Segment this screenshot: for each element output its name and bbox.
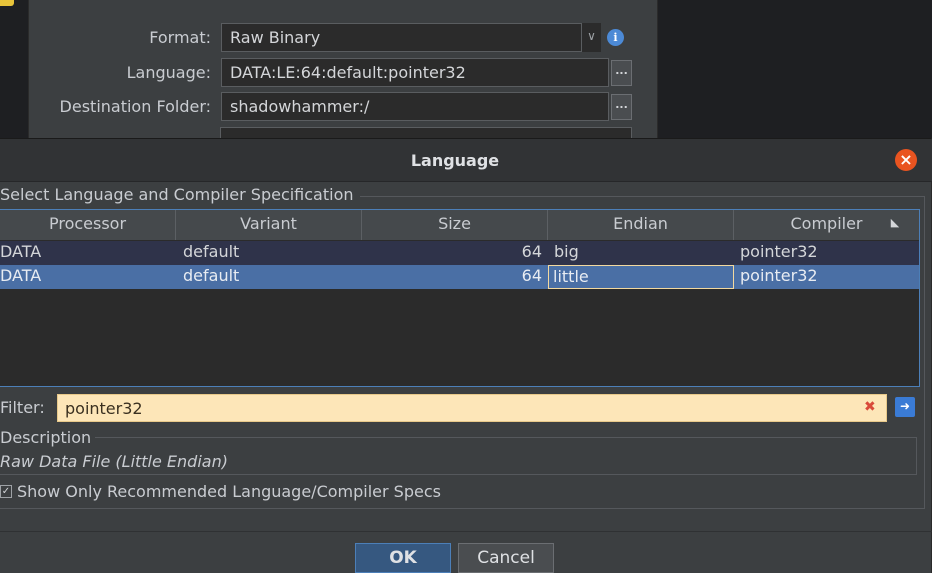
column-header-variant[interactable]: Variant <box>176 210 362 240</box>
title-bar[interactable]: Language × <box>0 139 932 182</box>
recommended-checkbox[interactable]: ✓ <box>0 485 12 498</box>
import-dialog: Format: Raw Binary ∨ i Language: DATA:LE… <box>28 0 658 140</box>
language-label: Language: <box>126 63 211 82</box>
button-separator <box>0 531 932 532</box>
destination-browse-button[interactable]: ... <box>611 94 632 120</box>
filter-label: Filter: <box>0 398 45 417</box>
recommended-checkbox-label[interactable]: Show Only Recommended Language/Compiler … <box>17 482 441 501</box>
column-header-endian[interactable]: Endian <box>548 210 734 240</box>
column-header-compiler-label: Compiler <box>790 214 863 233</box>
cell-variant: default <box>183 242 240 261</box>
cell-compiler: pointer32 <box>740 266 818 285</box>
destination-row: Destination Folder: shadowhammer:/ ... <box>29 92 659 122</box>
chevron-down-icon[interactable]: ∨ <box>581 23 601 52</box>
language-row: Language: DATA:LE:64:default:pointer32 .… <box>29 58 659 88</box>
export-icon[interactable]: ➜ <box>895 397 915 417</box>
language-browse-button[interactable]: ... <box>611 60 632 86</box>
close-button[interactable]: × <box>895 149 917 171</box>
language-table[interactable]: Processor Variant Size Endian Compiler ◣… <box>0 209 920 387</box>
ok-button[interactable]: OK <box>355 543 451 573</box>
table-row[interactable]: DATA default 64 big pointer32 <box>0 241 919 265</box>
description-text: Raw Data File (Little Endian) <box>0 452 228 471</box>
info-icon[interactable]: i <box>607 29 624 46</box>
warning-icon <box>0 0 14 6</box>
filter-input[interactable] <box>57 394 887 422</box>
cell-processor: DATA <box>0 266 42 285</box>
clear-filter-icon[interactable]: ✖ <box>864 399 878 415</box>
language-dialog: Language × Select Language and Compiler … <box>0 138 932 573</box>
column-header-size[interactable]: Size <box>362 210 548 240</box>
cell-variant: default <box>183 266 240 285</box>
group-border-right <box>924 196 925 509</box>
cell-endian[interactable]: little <box>548 265 734 289</box>
dialog-title: Language <box>410 151 500 170</box>
group-border-bottom <box>0 508 925 509</box>
cancel-button[interactable]: Cancel <box>458 543 554 573</box>
format-label: Format: <box>149 28 211 47</box>
format-combo[interactable]: Raw Binary <box>221 23 601 52</box>
column-header-processor[interactable]: Processor <box>0 210 176 240</box>
table-header: Processor Variant Size Endian Compiler ◣ <box>0 210 919 240</box>
cell-endian: big <box>554 242 579 261</box>
language-field[interactable]: DATA:LE:64:default:pointer32 <box>221 58 609 87</box>
column-header-compiler[interactable]: Compiler ◣ <box>734 210 919 240</box>
column-sort-icon[interactable]: ◣ <box>889 217 901 229</box>
format-row: Format: Raw Binary ∨ i <box>29 23 659 53</box>
destination-field[interactable]: shadowhammer:/ <box>221 92 609 121</box>
cell-compiler: pointer32 <box>740 242 818 261</box>
table-row-selected[interactable]: DATA default 64 little pointer32 <box>0 265 919 289</box>
cell-size: 64 <box>521 266 542 285</box>
cell-size: 64 <box>521 242 542 261</box>
cell-processor: DATA <box>0 242 42 261</box>
destination-label: Destination Folder: <box>59 97 211 116</box>
description-title: Description <box>0 428 96 447</box>
group-title: Select Language and Compiler Specificati… <box>0 185 360 204</box>
